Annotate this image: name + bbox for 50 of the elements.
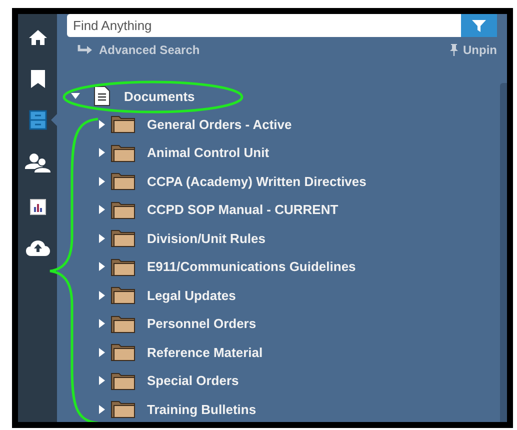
caret-right-icon[interactable] [99,404,105,414]
folder-label[interactable]: Special Orders [147,373,239,388]
bar-chart-icon [30,198,46,214]
folder-icon [111,172,135,190]
advanced-search-link[interactable]: Advanced Search [77,43,200,57]
caret-right-icon[interactable] [99,290,105,300]
caret-right-icon[interactable] [99,262,105,272]
folder-label[interactable]: Animal Control Unit [147,145,270,160]
scrollbar[interactable] [500,83,507,422]
folder-icon [111,258,135,276]
bookmark-icon [30,70,44,88]
folder-icon [111,229,135,248]
folder-icon [111,144,135,162]
caret-right-icon[interactable] [99,234,105,243]
home-icon [28,29,48,46]
unpin-button[interactable]: Unpin [449,43,497,57]
folder-icon [111,314,135,333]
folder-icon [111,286,135,304]
file-cabinet-icon [28,110,46,130]
folder-label[interactable]: E911/Communications Guidelines [147,259,356,274]
folder-icon [111,372,135,390]
folder-label[interactable]: Reference Material [147,344,263,360]
folder-label[interactable]: General Orders - Active [147,116,292,132]
search-field[interactable]: Find Anything [67,14,461,37]
caret-down-icon[interactable] [71,93,80,99]
tree-root-label[interactable]: Documents [124,88,195,104]
cloud-upload-icon [26,240,50,256]
folder-label[interactable]: Legal Updates [147,288,236,303]
caret-right-icon[interactable] [99,348,105,357]
caret-right-icon[interactable] [99,120,105,129]
people-icon [24,153,50,173]
folder-icon [111,400,135,418]
document-icon [94,86,110,106]
folder-icon [111,343,135,362]
folder-icon [111,115,135,134]
filter-button[interactable] [461,14,497,37]
caret-right-icon[interactable] [99,205,105,214]
folder-icon [111,200,135,219]
pin-icon [449,44,459,56]
folder-label[interactable]: Division/Unit Rules [147,230,266,246]
caret-right-icon[interactable] [99,176,105,186]
caret-right-icon[interactable] [99,148,105,158]
folder-label[interactable]: Personnel Orders [147,316,256,332]
return-arrow-icon [77,44,93,56]
folder-label[interactable]: Training Bulletins [147,402,256,417]
folder-label[interactable]: CCPA (Academy) Written Directives [147,174,366,189]
caret-right-icon[interactable] [99,376,105,386]
folder-label[interactable]: CCPD SOP Manual - CURRENT [147,202,338,218]
filter-icon [472,20,486,32]
caret-right-icon[interactable] [99,319,105,328]
